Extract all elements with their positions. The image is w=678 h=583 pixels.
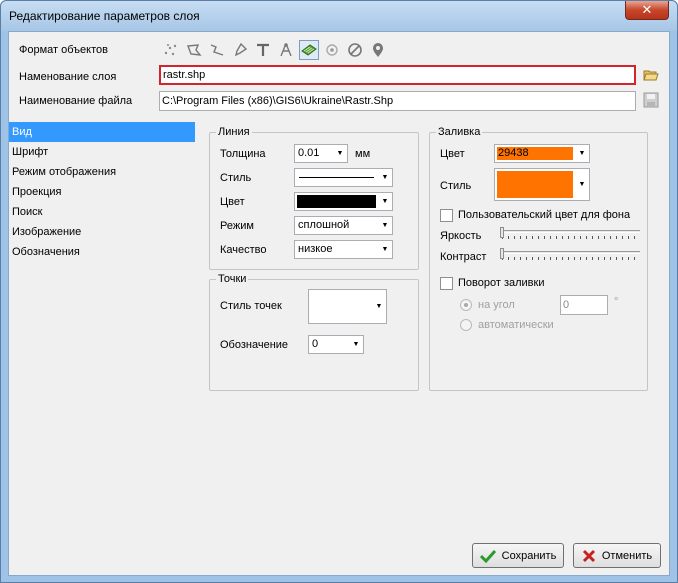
quality-value: низкое xyxy=(298,243,333,255)
slider-thumb[interactable] xyxy=(500,227,504,238)
fill-group-title: Заливка xyxy=(436,126,483,138)
dropdown-arrow-icon: ▼ xyxy=(381,198,389,205)
designation-label: Обозначение xyxy=(220,339,289,351)
fill-color-label: Цвет xyxy=(440,148,465,160)
text-tool-icon[interactable] xyxy=(253,40,273,60)
line-mode-combo[interactable]: сплошной ▼ xyxy=(294,216,393,235)
dropdown-arrow-icon: ▼ xyxy=(381,246,389,253)
sidebar-item-font[interactable]: Шрифт xyxy=(9,142,195,162)
format-label: Формат объектов xyxy=(19,44,108,56)
file-name-label: Наименование файла xyxy=(19,95,133,107)
brightness-label: Яркость xyxy=(440,230,482,242)
thickness-combo[interactable]: 0.01 ▼ xyxy=(294,144,348,163)
layer-name-input[interactable]: rastr.shp xyxy=(159,65,636,85)
polyline-tool-icon[interactable] xyxy=(207,40,227,60)
marker-tool-icon[interactable] xyxy=(368,40,388,60)
open-folder-icon[interactable] xyxy=(643,67,661,85)
dropdown-arrow-icon: ▼ xyxy=(336,150,344,157)
polygon-tool-icon[interactable] xyxy=(184,40,204,60)
rotate-fill-label: Поворот заливки xyxy=(458,277,545,289)
dropdown-arrow-icon: ▼ xyxy=(352,341,360,348)
line-style-preview xyxy=(299,177,374,178)
save-disk-icon[interactable] xyxy=(643,92,661,110)
close-icon: ✕ xyxy=(641,2,653,17)
dropdown-arrow-icon: ▼ xyxy=(578,150,586,157)
dropdown-arrow-icon: ▼ xyxy=(381,174,389,181)
line-color-label: Цвет xyxy=(220,196,245,208)
contrast-slider[interactable] xyxy=(500,248,640,262)
point-style-combo[interactable]: ▼ xyxy=(308,289,387,324)
angle-radio[interactable] xyxy=(460,299,472,311)
window-title: Редактирование параметров слоя xyxy=(9,9,200,23)
dropdown-arrow-icon: ▼ xyxy=(381,222,389,229)
fill-style-combo[interactable]: ▼ xyxy=(494,168,590,201)
fill-style-label: Стиль xyxy=(440,180,472,192)
auto-label: автоматически xyxy=(478,319,554,331)
fill-style-preview xyxy=(497,171,573,198)
layer-name-label: Наменование слоя xyxy=(19,71,117,83)
designation-combo[interactable]: 0 ▼ xyxy=(308,335,364,354)
sidebar-item-image[interactable]: Изображение xyxy=(9,222,195,242)
compass-tool-icon[interactable] xyxy=(276,40,296,60)
cancel-button-label: Отменить xyxy=(601,549,653,562)
line-group-title: Линия xyxy=(216,126,252,138)
line-mode-value: сплошной xyxy=(298,219,350,231)
line-color-swatch xyxy=(297,195,376,208)
thickness-unit: мм xyxy=(355,148,371,160)
angle-label: на угол xyxy=(478,299,515,311)
cross-icon xyxy=(582,549,595,562)
angle-unit: ° xyxy=(614,296,619,308)
line-group: Линия Толщина 0.01 ▼ мм Стиль ▼ Цвет ▼ Р… xyxy=(209,126,419,270)
line-style-label: Стиль xyxy=(220,172,252,184)
point-style-label: Стиль точек xyxy=(220,300,282,312)
points-group-title: Точки xyxy=(216,273,249,285)
angle-input[interactable]: 0 xyxy=(560,295,608,315)
points-group: Точки Стиль точек ▼ Обозначение 0 ▼ xyxy=(209,273,419,391)
designation-value: 0 xyxy=(312,338,319,350)
fill-color-value: 29438 xyxy=(498,147,529,159)
no-entry-tool-icon[interactable] xyxy=(345,40,365,60)
dialog-window: Редактирование параметров слоя ✕ Формат … xyxy=(0,0,678,583)
line-mode-label: Режим xyxy=(220,220,254,232)
dropdown-arrow-icon: ▼ xyxy=(578,181,586,188)
raster-tool-icon[interactable] xyxy=(299,40,319,60)
cancel-button[interactable]: Отменить xyxy=(573,543,661,568)
line-style-combo[interactable]: ▼ xyxy=(294,168,393,187)
custom-bg-label: Пользовательский цвет для фона xyxy=(458,209,631,221)
title-bar[interactable]: Редактирование параметров слоя ✕ xyxy=(1,1,677,31)
dropdown-arrow-icon: ▼ xyxy=(375,303,383,310)
sidebar-item-projection[interactable]: Проекция xyxy=(9,182,195,202)
circle-tool-icon[interactable] xyxy=(322,40,342,60)
brightness-slider[interactable] xyxy=(500,227,640,241)
dialog-client-area: Формат объектов Наменование слоя rastr.s… xyxy=(8,31,670,576)
close-button[interactable]: ✕ xyxy=(625,1,669,20)
sidebar-item-view[interactable]: Вид xyxy=(9,122,195,142)
format-toolbar xyxy=(161,40,388,60)
fill-group: Заливка Цвет 29438 ▼ Стиль ▼ Пользовател… xyxy=(429,126,648,391)
quality-label: Качество xyxy=(220,244,267,256)
slider-thumb[interactable] xyxy=(500,248,504,259)
file-name-field[interactable]: C:\Program Files (x86)\GIS6\Ukraine\Rast… xyxy=(159,91,636,111)
rotate-fill-checkbox[interactable] xyxy=(440,277,453,290)
thickness-label: Толщина xyxy=(220,148,266,160)
sidebar-item-search[interactable]: Поиск xyxy=(9,202,195,222)
contrast-label: Контраст xyxy=(440,251,487,263)
save-button-label: Сохранить xyxy=(501,549,557,562)
save-button[interactable]: Сохранить xyxy=(472,543,564,568)
quality-combo[interactable]: низкое ▼ xyxy=(294,240,393,259)
fill-color-combo[interactable]: 29438 ▼ xyxy=(494,144,590,163)
custom-bg-checkbox[interactable] xyxy=(440,209,453,222)
auto-radio[interactable] xyxy=(460,319,472,331)
points-tool-icon[interactable] xyxy=(161,40,181,60)
thickness-value: 0.01 xyxy=(298,147,320,159)
sidebar-item-legend[interactable]: Обозначения xyxy=(9,242,195,262)
line-color-combo[interactable]: ▼ xyxy=(294,192,393,211)
sidebar-item-display-mode[interactable]: Режим отображения xyxy=(9,162,195,182)
pin-tool-icon[interactable] xyxy=(230,40,250,60)
checkmark-icon xyxy=(479,549,496,563)
sidebar-nav: Вид Шрифт Режим отображения Проекция Пои… xyxy=(9,122,195,262)
